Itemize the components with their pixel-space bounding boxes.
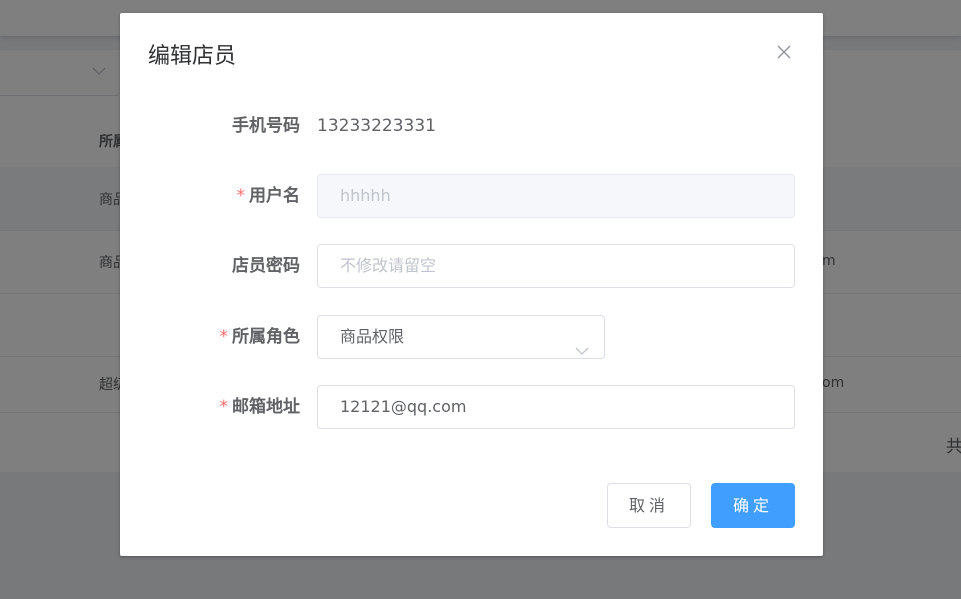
phone-value: 13233223331 — [317, 116, 436, 136]
cancel-button[interactable]: 取消 — [607, 483, 691, 528]
close-icon[interactable] — [772, 40, 796, 64]
password-form-item: 店员密码 不修改请留空 — [120, 244, 823, 288]
confirm-button[interactable]: 确定 — [711, 483, 795, 528]
role-select[interactable]: 商品权限 — [317, 315, 605, 359]
email-form-item: * 邮箱地址 12121@qq.com — [120, 385, 823, 429]
phone-label: 手机号码 — [232, 116, 300, 136]
role-label: * 所属角色 — [219, 327, 301, 347]
edit-staff-dialog: 编辑店员 手机号码 13233223331 * 用户名 hhhhh 店员密码 不修… — [120, 13, 823, 556]
phone-form-item: 手机号码 13233223331 — [120, 104, 823, 148]
required-asterisk: * — [236, 186, 246, 206]
password-label: 店员密码 — [232, 256, 300, 276]
password-input[interactable]: 不修改请留空 — [317, 244, 795, 288]
email-label: * 邮箱地址 — [219, 397, 301, 417]
required-asterisk: * — [219, 397, 229, 417]
required-asterisk: * — [219, 327, 229, 347]
role-form-item: * 所属角色 商品权限 — [120, 315, 823, 359]
username-label: * 用户名 — [236, 186, 301, 206]
chevron-down-icon — [574, 330, 590, 372]
username-form-item: * 用户名 hhhhh — [120, 174, 823, 218]
dialog-title: 编辑店员 — [148, 44, 237, 69]
role-select-value: 商品权限 — [340, 327, 405, 346]
username-input: hhhhh — [317, 174, 795, 218]
email-input[interactable]: 12121@qq.com — [317, 385, 795, 429]
